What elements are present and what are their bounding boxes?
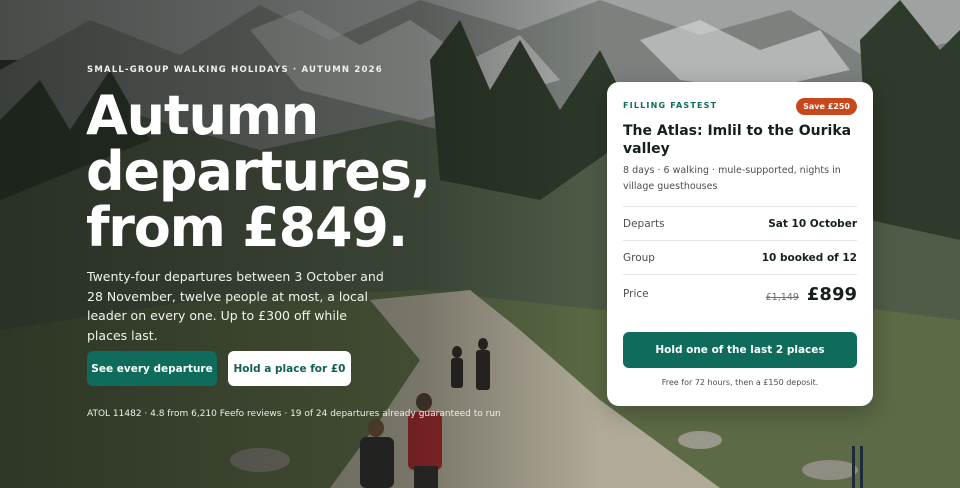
- departs-label: Departs: [623, 217, 665, 230]
- price-row: Price £1,149 £899: [623, 274, 857, 313]
- group-value: 10 booked of 12: [761, 251, 857, 264]
- departs-row: Departs Sat 10 October: [623, 206, 857, 240]
- deposit-note: Free for 72 hours, then a £150 deposit.: [661, 378, 819, 387]
- save-badge: Save £250: [796, 98, 857, 115]
- featured-trip-card: FILLING FASTEST Save £250 The Atlas: Iml…: [607, 82, 873, 406]
- departs-value: Sat 10 October: [768, 217, 857, 230]
- group-row: Group 10 booked of 12: [623, 240, 857, 274]
- original-price: £1,149: [765, 291, 799, 303]
- card-tag: FILLING FASTEST: [623, 101, 718, 110]
- trip-summary: 8 days · 6 walking · mule-supported, nig…: [623, 165, 841, 192]
- hero-headline: Autumn departures, from £849.: [86, 84, 431, 259]
- group-label: Group: [623, 251, 655, 264]
- trust-line: ATOL 11482 · 4.8 from 6,210 Feefo review…: [87, 409, 501, 419]
- hold-a-place-button[interactable]: Hold a place for £0: [228, 351, 351, 386]
- hero-lede: Twenty-four departures between 3 October…: [87, 269, 384, 343]
- price-label: Price: [623, 288, 649, 300]
- see-every-departure-button[interactable]: See every departure: [87, 351, 217, 386]
- hero-eyebrow: SMALL-GROUP WALKING HOLIDAYS · AUTUMN 20…: [87, 65, 383, 75]
- price-values: £1,149 £899: [766, 284, 857, 305]
- hold-last-places-button[interactable]: Hold one of the last 2 places: [623, 332, 857, 368]
- trip-title: The Atlas: Imlil to the Ourika valley: [623, 123, 852, 157]
- sale-price: £899: [806, 283, 857, 305]
